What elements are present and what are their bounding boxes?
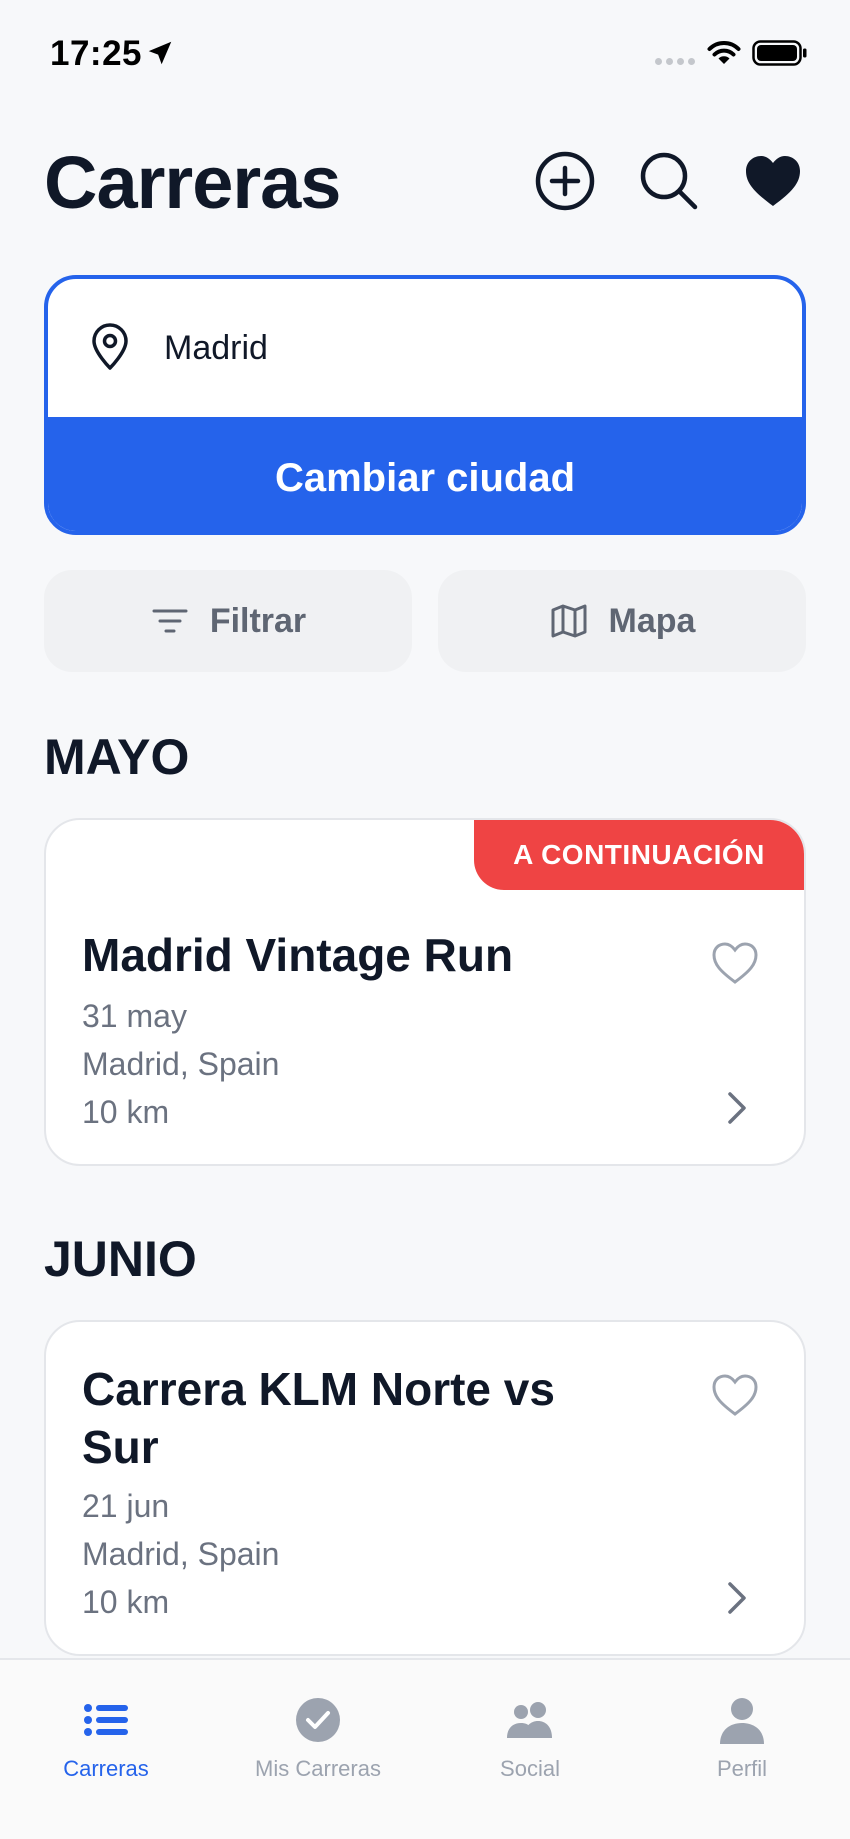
map-button[interactable]: Mapa xyxy=(438,570,806,672)
change-city-button[interactable]: Cambiar ciudad xyxy=(48,417,802,531)
heart-outline-icon[interactable] xyxy=(710,1372,760,1418)
search-icon xyxy=(640,152,698,210)
race-card[interactable]: A CONTINUACIÓN Madrid Vintage Run 31 may… xyxy=(44,818,806,1166)
page-title: Carreras xyxy=(44,141,341,224)
tab-label: Mis Carreras xyxy=(255,1756,381,1781)
signal-icon xyxy=(655,58,695,65)
race-date: 31 may xyxy=(82,998,187,1034)
add-button[interactable] xyxy=(534,150,596,212)
filter-button[interactable]: Filtrar xyxy=(44,570,412,672)
city-card: Madrid Cambiar ciudad xyxy=(44,275,806,535)
tab-label: Social xyxy=(500,1756,560,1781)
battery-icon xyxy=(752,40,807,66)
favorites-button[interactable] xyxy=(742,150,804,212)
filter-label: Filtrar xyxy=(209,601,307,640)
location-pin-icon xyxy=(92,323,128,370)
tab-perfil[interactable]: Perfil xyxy=(636,1660,848,1800)
race-date: 21 jun xyxy=(82,1488,170,1524)
race-location: Madrid, Spain xyxy=(82,1536,280,1572)
heart-filled-icon xyxy=(746,156,800,206)
section-title-mayo: MAYO xyxy=(44,729,190,785)
person-icon xyxy=(720,1698,764,1744)
location-arrow-icon xyxy=(148,41,172,65)
tab-social[interactable]: Social xyxy=(424,1660,636,1800)
search-button[interactable] xyxy=(638,150,700,212)
screen: 17:25 Carreras Madrid Cambiar ciudad Fil… xyxy=(0,0,850,1839)
race-distance: 10 km xyxy=(82,1584,170,1620)
race-distance: 10 km xyxy=(82,1094,170,1130)
check-circle-icon xyxy=(296,1698,340,1742)
tab-label: Perfil xyxy=(716,1756,768,1781)
tab-carreras[interactable]: Carreras xyxy=(0,1660,212,1800)
city-value: Madrid xyxy=(164,329,268,367)
map-label: Mapa xyxy=(608,601,696,640)
status-bar: 17:25 xyxy=(0,0,850,110)
race-card[interactable]: Carrera KLM Norte vs Sur 21 jun Madrid, … xyxy=(44,1320,806,1656)
list-icon xyxy=(84,1704,128,1736)
race-name: Carrera KLM Norte vs Sur xyxy=(82,1363,555,1473)
filter-icon xyxy=(152,609,188,633)
wifi-icon xyxy=(707,41,741,64)
people-icon xyxy=(507,1702,552,1738)
city-selector[interactable]: Madrid xyxy=(48,279,802,417)
tab-mis-carreras[interactable]: Mis Carreras xyxy=(212,1660,424,1800)
race-name: Madrid Vintage Run xyxy=(82,929,514,981)
tab-bar: Carreras Mis Carreras Social Perfil xyxy=(0,1658,850,1839)
plus-circle-icon xyxy=(535,151,595,211)
chevron-right-icon xyxy=(728,1582,746,1614)
heart-outline-icon[interactable] xyxy=(710,940,760,986)
tab-label: Carreras xyxy=(63,1756,149,1781)
chevron-right-icon xyxy=(728,1092,746,1124)
map-icon xyxy=(551,604,587,638)
section-title-junio: JUNIO xyxy=(44,1231,197,1287)
race-location: Madrid, Spain xyxy=(82,1046,280,1082)
status-time: 17:25 xyxy=(50,34,143,73)
next-badge: A CONTINUACIÓN xyxy=(474,820,804,890)
